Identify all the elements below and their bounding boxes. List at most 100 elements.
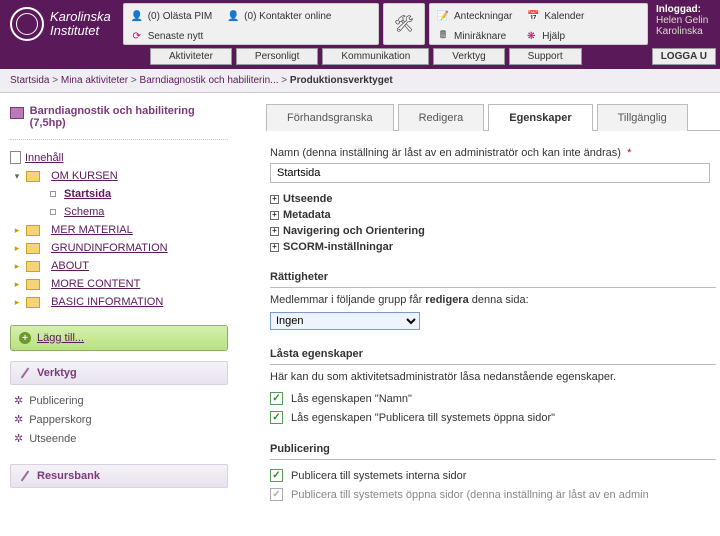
plus-box-icon: + bbox=[270, 227, 279, 236]
name-input[interactable] bbox=[270, 163, 710, 183]
wand-icon bbox=[19, 367, 31, 379]
content-tabs: Förhandsgranska Redigera Egenskaper Till… bbox=[266, 103, 720, 131]
gear-icon: ✲ bbox=[14, 432, 23, 445]
contacts-link[interactable]: (0) Kontakter online bbox=[244, 11, 331, 22]
bc-start[interactable]: Startsida bbox=[10, 75, 49, 86]
logout-button[interactable]: LOGGA U bbox=[652, 48, 716, 65]
tab-edit[interactable]: Redigera bbox=[398, 104, 485, 131]
tools-icon: 🛠 bbox=[397, 17, 411, 31]
tree-mer[interactable]: ▸ MER MATERIAL bbox=[12, 221, 228, 239]
tree-schema[interactable]: Schema bbox=[46, 203, 228, 221]
tree-about[interactable]: ▸ ABOUT bbox=[12, 257, 228, 275]
logo-text: KarolinskaInstitutet bbox=[50, 10, 111, 39]
news-link[interactable]: ⟳Senaste nytt bbox=[130, 27, 372, 45]
tree-startsida[interactable]: Startsida bbox=[46, 185, 228, 203]
folder-icon bbox=[26, 261, 40, 272]
nav-verktyg[interactable]: Verktyg bbox=[433, 48, 504, 65]
expander-utseende[interactable]: +Utseende bbox=[270, 191, 716, 207]
expand-icon[interactable]: ▸ bbox=[12, 279, 22, 289]
note-icon: 📝 bbox=[436, 9, 450, 23]
collapse-icon[interactable]: ▾ bbox=[12, 171, 22, 181]
login-info: Inloggad: Helen Gelin Karolinska bbox=[650, 0, 720, 48]
bc-mina[interactable]: Mina aktiviteter bbox=[61, 75, 128, 86]
expander-navigering[interactable]: +Navigering och Orientering bbox=[270, 223, 716, 239]
calendar-link[interactable]: Kalender bbox=[544, 11, 584, 22]
expand-icon[interactable]: ▸ bbox=[12, 261, 22, 271]
user-icon: 👤 bbox=[130, 9, 144, 23]
help-icon: ❋ bbox=[524, 29, 538, 43]
publish-heading: Publicering bbox=[270, 441, 716, 460]
plus-box-icon: + bbox=[270, 243, 279, 252]
logo-emblem-icon bbox=[10, 7, 44, 41]
sidebar: Barndiagnostik och habilitering (7,5hp) … bbox=[0, 93, 236, 520]
tools-button[interactable]: 🛠 bbox=[383, 3, 425, 45]
calc-link[interactable]: Miniräknare bbox=[454, 31, 506, 42]
header-panel-tools: 📝Anteckningar 📅Kalender 🖩Miniräknare ❋Hj… bbox=[429, 3, 648, 45]
book-icon bbox=[10, 107, 24, 119]
nav-support[interactable]: Support bbox=[509, 48, 582, 65]
plus-box-icon: + bbox=[270, 211, 279, 220]
bc-current: Produktionsverktyget bbox=[290, 75, 393, 86]
expander-metadata[interactable]: +Metadata bbox=[270, 207, 716, 223]
verktyg-header[interactable]: Verktyg bbox=[10, 361, 228, 385]
header-panel-messages: 👤(0) Olästa PIM 👤(0) Kontakter online ⟳S… bbox=[123, 3, 379, 45]
wand-icon bbox=[19, 470, 31, 482]
tab-availability[interactable]: Tillgänglig bbox=[597, 104, 688, 131]
plus-icon: + bbox=[19, 332, 31, 344]
gear-icon: ✲ bbox=[14, 413, 23, 426]
page-icon bbox=[10, 151, 21, 164]
locked-heading: Låsta egenskaper bbox=[270, 346, 716, 365]
tab-preview[interactable]: Förhandsgranska bbox=[266, 104, 394, 131]
nav-kommunikation[interactable]: Kommunikation bbox=[322, 48, 429, 65]
add-button[interactable]: + Lägg till... bbox=[10, 325, 228, 351]
content-tree: Innehåll ▾ OM KURSEN Startsida Schema ▸ … bbox=[10, 140, 228, 319]
tab-properties[interactable]: Egenskaper bbox=[488, 104, 592, 131]
content-area: Förhandsgranska Redigera Egenskaper Till… bbox=[236, 93, 720, 520]
expander-scorm[interactable]: +SCORM-inställningar bbox=[270, 239, 716, 255]
publicering-link[interactable]: ✲Publicering bbox=[14, 391, 228, 410]
resursbank-header[interactable]: Resursbank bbox=[10, 464, 228, 488]
plus-box-icon: + bbox=[270, 195, 279, 204]
lock-publish-checkbox-row[interactable]: ✓Lås egenskapen "Publicera till systemet… bbox=[270, 408, 716, 427]
file-icon bbox=[50, 191, 56, 197]
tree-grund[interactable]: ▸ GRUNDINFORMATION bbox=[12, 239, 228, 257]
folder-icon bbox=[26, 297, 40, 308]
lock-name-checkbox-row[interactable]: ✓Lås egenskapen "Namn" bbox=[270, 389, 716, 408]
checkbox-checked-disabled-icon: ✓ bbox=[270, 488, 283, 501]
notes-link[interactable]: Anteckningar bbox=[454, 11, 512, 22]
publish-internal-row[interactable]: ✓Publicera till systemets interna sidor bbox=[270, 466, 716, 485]
user-icon: 👤 bbox=[226, 9, 240, 23]
tree-more[interactable]: ▸ MORE CONTENT bbox=[12, 275, 228, 293]
name-label: Namn (denna inställning är låst av en ad… bbox=[270, 147, 716, 159]
file-icon bbox=[50, 209, 56, 215]
checkbox-checked-icon: ✓ bbox=[270, 392, 283, 405]
folder-icon bbox=[26, 225, 40, 236]
folder-icon bbox=[26, 279, 40, 290]
nav-personligt[interactable]: Personligt bbox=[236, 48, 318, 65]
nav-aktiviteter[interactable]: Aktiviteter bbox=[150, 48, 232, 65]
rights-desc: Medlemmar i följande grupp får redigera … bbox=[270, 294, 716, 306]
help-link[interactable]: Hjälp bbox=[542, 31, 565, 42]
add-label: Lägg till... bbox=[37, 332, 84, 344]
logo: KarolinskaInstitutet bbox=[0, 0, 121, 48]
properties-form: Namn (denna inställning är låst av en ad… bbox=[266, 131, 720, 520]
bc-barn[interactable]: Barndiagnostik och habiliterin... bbox=[140, 75, 279, 86]
checkbox-checked-icon: ✓ bbox=[270, 469, 283, 482]
pim-link[interactable]: 👤(0) Olästa PIM 👤(0) Kontakter online bbox=[130, 7, 372, 25]
tree-innehall[interactable]: Innehåll bbox=[10, 148, 228, 167]
expand-icon[interactable]: ▸ bbox=[12, 243, 22, 253]
publish-open-row: ✓Publicera till systemets öppna sidor (d… bbox=[270, 485, 716, 504]
expand-icon[interactable]: ▸ bbox=[12, 225, 22, 235]
calendar-icon: 📅 bbox=[526, 9, 540, 23]
papperskorg-link[interactable]: ✲Papperskorg bbox=[14, 410, 228, 429]
utseende-link[interactable]: ✲Utseende bbox=[14, 429, 228, 448]
tree-om-kursen[interactable]: ▾ OM KURSEN bbox=[10, 167, 228, 185]
course-title: Barndiagnostik och habilitering (7,5hp) bbox=[10, 101, 228, 140]
locked-desc: Här kan du som aktivitetsadministratör l… bbox=[270, 371, 716, 383]
rights-heading: Rättigheter bbox=[270, 269, 716, 288]
expand-icon[interactable]: ▸ bbox=[12, 297, 22, 307]
rights-select[interactable]: Ingen bbox=[270, 312, 420, 330]
refresh-icon: ⟳ bbox=[130, 29, 144, 43]
tree-basic[interactable]: ▸ BASIC INFORMATION bbox=[12, 293, 228, 311]
folder-icon bbox=[26, 243, 40, 254]
